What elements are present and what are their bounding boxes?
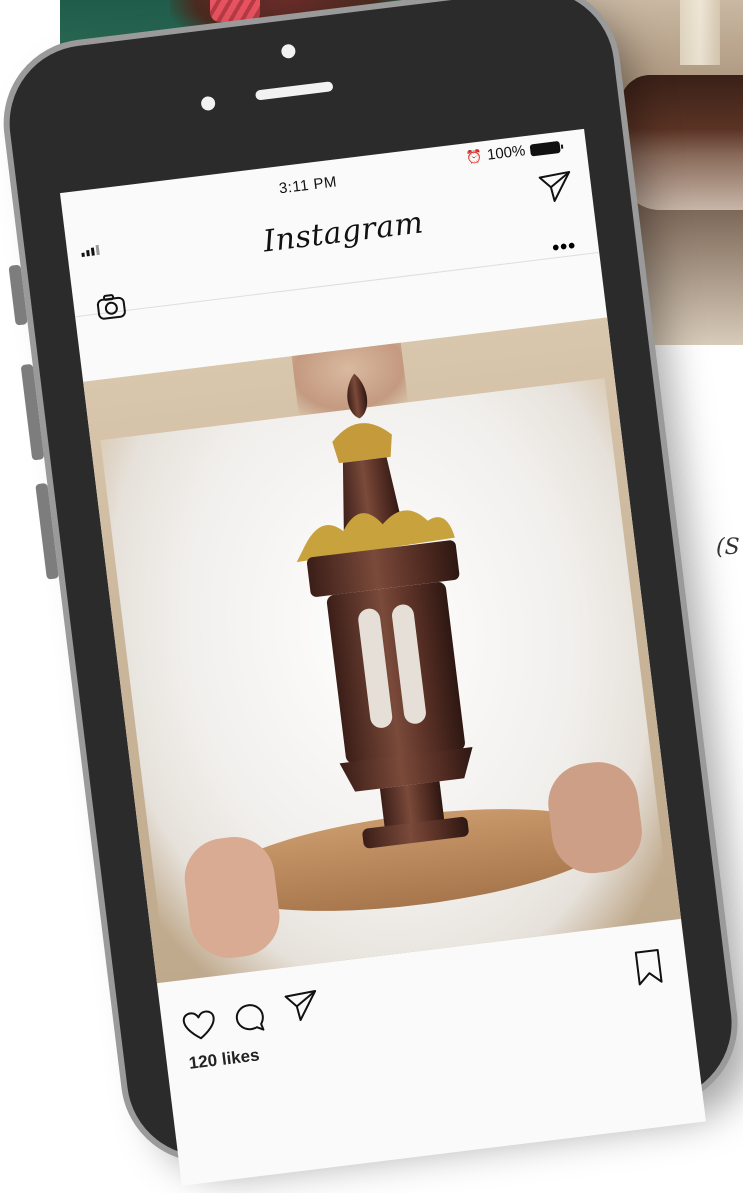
app-logo: Instagram [261, 205, 426, 260]
volume-up-button [20, 363, 45, 461]
battery-icon [529, 140, 561, 156]
comment-icon[interactable] [232, 1000, 268, 1041]
silent-switch [8, 264, 28, 326]
earpiece-speaker [254, 81, 334, 101]
alarm-icon: ⏰ [465, 147, 484, 165]
paper-plane-icon[interactable] [283, 988, 321, 1029]
battery-percent: 100% [486, 142, 527, 164]
phone-body: 3:11 PM ⏰ 100% Instagram ••• 120 likes [0, 0, 743, 1186]
heart-icon[interactable] [181, 1008, 219, 1047]
side-text: (S [716, 535, 740, 560]
post-image[interactable] [83, 317, 682, 984]
dessert-image [620, 75, 743, 210]
proximity-sensor [200, 95, 216, 112]
glass-image [680, 0, 720, 65]
more-icon[interactable]: ••• [551, 235, 578, 261]
camera-icon[interactable] [95, 292, 129, 326]
phone-screen: 3:11 PM ⏰ 100% Instagram ••• 120 likes [59, 128, 706, 1186]
volume-down-button [35, 482, 59, 580]
paper-plane-icon[interactable] [537, 169, 575, 210]
front-camera [280, 43, 297, 60]
battery-group: ⏰ 100% [465, 138, 561, 166]
bookmark-icon[interactable] [633, 948, 666, 992]
